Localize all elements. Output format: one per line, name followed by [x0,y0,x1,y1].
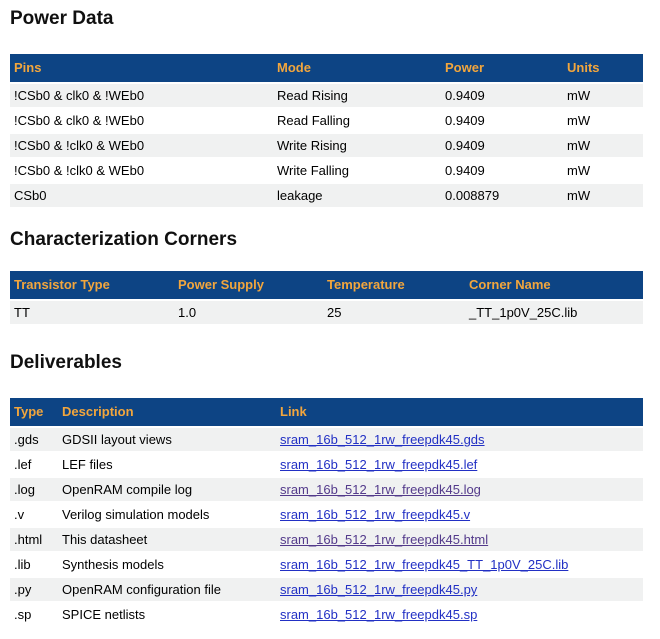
deliverable-link-gds[interactable]: sram_16b_512_1rw_freepdk45.gds [280,432,485,447]
table-row: !CSb0 & clk0 & !WEb0 Read Rising 0.9409 … [10,84,643,107]
link-cell: sram_16b_512_1rw_freepdk45.gds [276,428,643,451]
deliverable-link-lib[interactable]: sram_16b_512_1rw_freepdk45_TT_1p0V_25C.l… [280,557,568,572]
type-cell: .sp [10,603,58,626]
column-header-transistor-type: Transistor Type [10,271,174,299]
description-cell: LEF files [58,453,276,476]
description-cell: Synthesis models [58,553,276,576]
description-cell: OpenRAM configuration file [58,578,276,601]
power-cell: 0.008879 [441,184,563,207]
mode-cell: Read Rising [273,84,441,107]
units-cell: mW [563,134,643,157]
transistor-type-cell: TT [10,301,174,324]
units-cell: mW [563,109,643,132]
table-row: !CSb0 & clk0 & !WEb0 Read Falling 0.9409… [10,109,643,132]
description-cell: GDSII layout views [58,428,276,451]
column-header-pins: Pins [10,54,273,82]
deliverable-link-v[interactable]: sram_16b_512_1rw_freepdk45.v [280,507,470,522]
deliverable-link-log[interactable]: sram_16b_512_1rw_freepdk45.log [280,482,481,497]
deliverable-link-py[interactable]: sram_16b_512_1rw_freepdk45.py [280,582,477,597]
type-cell: .lib [10,553,58,576]
mode-cell: Write Falling [273,159,441,182]
description-cell: SPICE netlists [58,603,276,626]
characterization-corners-title: Characterization Corners [10,229,643,251]
pins-cell: !CSb0 & clk0 & !WEb0 [10,84,273,107]
type-cell: .log [10,478,58,501]
units-cell: mW [563,159,643,182]
type-cell: .gds [10,428,58,451]
type-cell: .v [10,503,58,526]
pins-cell: CSb0 [10,184,273,207]
characterization-corners-section: Characterization Corners Transistor Type… [10,229,643,326]
table-row: .v Verilog simulation models sram_16b_51… [10,503,643,526]
type-cell: .lef [10,453,58,476]
pins-cell: !CSb0 & !clk0 & WEb0 [10,134,273,157]
power-cell: 0.9409 [441,134,563,157]
link-cell: sram_16b_512_1rw_freepdk45_TT_1p0V_25C.l… [276,553,643,576]
deliverable-link-lef[interactable]: sram_16b_512_1rw_freepdk45.lef [280,457,477,472]
pins-cell: !CSb0 & clk0 & !WEb0 [10,109,273,132]
mode-cell: Write Rising [273,134,441,157]
deliverable-link-html[interactable]: sram_16b_512_1rw_freepdk45.html [280,532,488,547]
column-header-mode: Mode [273,54,441,82]
datasheet-page: Power Data Pins Mode Power Units !CSb0 &… [0,8,660,628]
table-header-row: Pins Mode Power Units [10,54,643,82]
type-cell: .py [10,578,58,601]
column-header-power-supply: Power Supply [174,271,323,299]
table-header-row: Transistor Type Power Supply Temperature… [10,271,643,299]
temperature-cell: 25 [323,301,465,324]
table-row: .py OpenRAM configuration file sram_16b_… [10,578,643,601]
link-cell: sram_16b_512_1rw_freepdk45.v [276,503,643,526]
table-row: .log OpenRAM compile log sram_16b_512_1r… [10,478,643,501]
link-cell: sram_16b_512_1rw_freepdk45.html [276,528,643,551]
column-header-type: Type [10,398,58,426]
table-row: CSb0 leakage 0.008879 mW [10,184,643,207]
table-row: .lef LEF files sram_16b_512_1rw_freepdk4… [10,453,643,476]
deliverables-title: Deliverables [10,352,643,374]
column-header-link: Link [276,398,643,426]
characterization-corners-table: Transistor Type Power Supply Temperature… [10,269,643,326]
deliverables-table: Type Description Link .gds GDSII layout … [10,396,643,628]
deliverables-section: Deliverables Type Description Link .gds … [10,352,643,628]
table-row: TT 1.0 25 _TT_1p0V_25C.lib [10,301,643,324]
description-cell: OpenRAM compile log [58,478,276,501]
table-row: !CSb0 & !clk0 & WEb0 Write Rising 0.9409… [10,134,643,157]
corner-name-cell: _TT_1p0V_25C.lib [465,301,643,324]
power-cell: 0.9409 [441,84,563,107]
link-cell: sram_16b_512_1rw_freepdk45.sp [276,603,643,626]
table-header-row: Type Description Link [10,398,643,426]
description-cell: This datasheet [58,528,276,551]
power-data-table: Pins Mode Power Units !CSb0 & clk0 & !WE… [10,52,643,209]
deliverable-link-sp[interactable]: sram_16b_512_1rw_freepdk45.sp [280,607,477,622]
column-header-description: Description [58,398,276,426]
column-header-temperature: Temperature [323,271,465,299]
mode-cell: Read Falling [273,109,441,132]
power-cell: 0.9409 [441,109,563,132]
power-data-section: Power Data Pins Mode Power Units !CSb0 &… [10,8,643,209]
link-cell: sram_16b_512_1rw_freepdk45.py [276,578,643,601]
table-row: .sp SPICE netlists sram_16b_512_1rw_free… [10,603,643,626]
type-cell: .html [10,528,58,551]
link-cell: sram_16b_512_1rw_freepdk45.log [276,478,643,501]
power-data-title: Power Data [10,8,643,30]
units-cell: mW [563,84,643,107]
table-row: .gds GDSII layout views sram_16b_512_1rw… [10,428,643,451]
column-header-units: Units [563,54,643,82]
table-row: !CSb0 & !clk0 & WEb0 Write Falling 0.940… [10,159,643,182]
table-row: .lib Synthesis models sram_16b_512_1rw_f… [10,553,643,576]
column-header-power: Power [441,54,563,82]
mode-cell: leakage [273,184,441,207]
power-cell: 0.9409 [441,159,563,182]
power-supply-cell: 1.0 [174,301,323,324]
link-cell: sram_16b_512_1rw_freepdk45.lef [276,453,643,476]
table-row: .html This datasheet sram_16b_512_1rw_fr… [10,528,643,551]
column-header-corner-name: Corner Name [465,271,643,299]
description-cell: Verilog simulation models [58,503,276,526]
pins-cell: !CSb0 & !clk0 & WEb0 [10,159,273,182]
units-cell: mW [563,184,643,207]
